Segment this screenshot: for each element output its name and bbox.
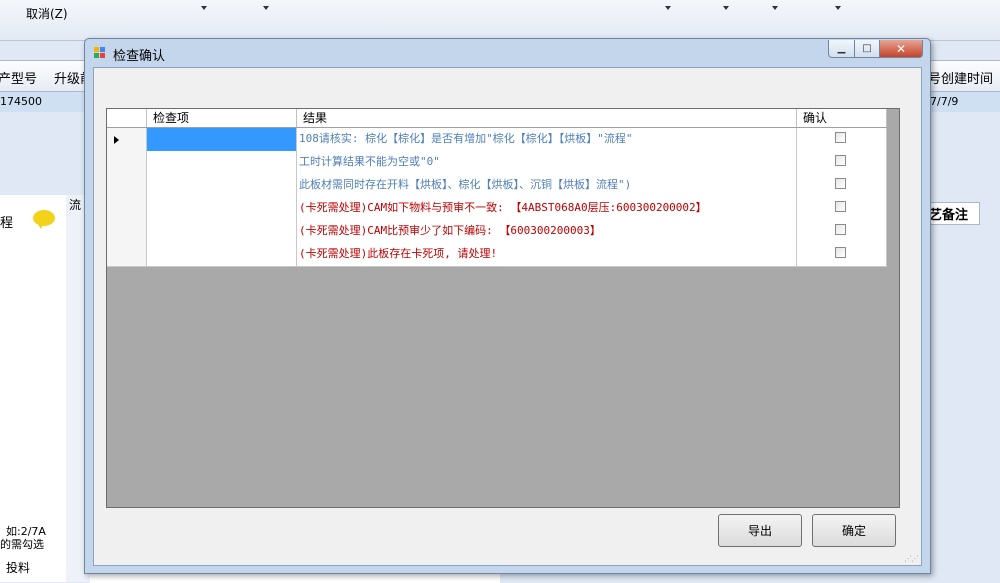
left-panel-label: 程 — [0, 216, 14, 231]
dropdown-arrow-icon[interactable] — [772, 6, 778, 10]
current-row-arrow-icon — [114, 136, 119, 144]
tab-process-notes[interactable]: 艺备注 — [928, 202, 980, 225]
confirm-checkbox[interactable] — [835, 201, 846, 212]
maximize-button[interactable]: □ — [855, 40, 880, 58]
resize-grip-icon[interactable]: ⋰⋰ — [904, 554, 919, 563]
dropdown-arrow-icon[interactable] — [665, 6, 671, 10]
result-cell[interactable]: (卡死需处理)CAM如下物料与预审不一致: 【4ABST068A0层压:6003… — [297, 197, 797, 220]
app-toolbar: 取消(Z) — [0, 0, 1000, 41]
dialog-title: 检查确认 — [113, 49, 166, 64]
table-row[interactable]: 此板材需同时存在开料【烘板】、棕化【烘板】、沉铜【烘板】流程") — [107, 174, 887, 198]
column-header-result[interactable]: 结果 — [297, 109, 797, 127]
row-header[interactable] — [107, 151, 147, 174]
table-row[interactable]: 工时计算结果不能为空或"0" — [107, 151, 887, 175]
confirm-checkbox[interactable] — [835, 132, 846, 143]
grid-header-row: 检查项 结果 确认 — [107, 109, 887, 128]
column-header[interactable]: 号创建时间 — [928, 68, 993, 87]
check-item-cell[interactable] — [147, 243, 297, 266]
result-cell[interactable]: (卡死需处理)此板存在卡死项, 请处理! — [297, 243, 797, 266]
check-item-cell[interactable] — [147, 128, 297, 151]
tab-label: 艺备注 — [929, 208, 969, 223]
confirm-button[interactable]: 确定 — [812, 514, 896, 547]
dialog-titlebar[interactable]: 检查确认 ▁ □ ✕ — [85, 39, 930, 67]
confirm-checkbox[interactable] — [835, 247, 846, 258]
table-row[interactable]: (卡死需处理)CAM如下物料与预审不一致: 【4ABST068A0层压:6003… — [107, 197, 887, 221]
confirm-cell[interactable] — [797, 174, 887, 197]
comment-bubble-icon[interactable] — [33, 210, 55, 229]
close-button[interactable]: ✕ — [880, 40, 923, 58]
minimize-button[interactable]: ▁ — [828, 40, 855, 58]
grid-scrollbar[interactable] — [888, 109, 899, 507]
confirm-checkbox[interactable] — [835, 155, 846, 166]
note-text: 的需勾选 — [0, 538, 44, 551]
row-header-corner — [107, 109, 147, 127]
dropdown-arrow-icon[interactable] — [263, 6, 269, 10]
confirm-checkbox[interactable] — [835, 178, 846, 189]
row-header[interactable] — [107, 174, 147, 197]
check-results-grid[interactable]: 检查项 结果 确认 108请核实: 棕化【棕化】是否有增加"棕化【棕化】【烘板】… — [106, 108, 900, 508]
table-row[interactable]: 108请核实: 棕化【棕化】是否有增加"棕化【棕化】【烘板】"流程" — [107, 128, 887, 152]
result-cell[interactable]: (卡死需处理)CAM比预审少了如下编码: 【600300200003】 — [297, 220, 797, 243]
result-cell[interactable]: 工时计算结果不能为空或"0" — [297, 151, 797, 174]
check-confirm-dialog: 检查确认 ▁ □ ✕ 检查项 结果 确认 108请核实: 棕化【棕化】是否有增加… — [84, 38, 931, 574]
dropdown-arrow-icon[interactable] — [201, 6, 207, 10]
check-item-cell[interactable] — [147, 174, 297, 197]
left-panel: 程 如:2/7A 的需勾选 投料 — [0, 195, 67, 582]
confirm-cell[interactable] — [797, 151, 887, 174]
table-row[interactable]: (卡死需处理)CAM比预审少了如下编码: 【600300200003】 — [107, 220, 887, 244]
result-cell[interactable]: 108请核实: 棕化【棕化】是否有增加"棕化【棕化】【烘板】"流程" — [297, 128, 797, 151]
cell-value: 174500 — [0, 95, 42, 108]
app-icon — [94, 47, 106, 59]
confirm-cell[interactable] — [797, 220, 887, 243]
table-row[interactable]: (卡死需处理)此板存在卡死项, 请处理! — [107, 243, 887, 267]
confirm-cell[interactable] — [797, 128, 887, 151]
result-cell[interactable]: 此板材需同时存在开料【烘板】、棕化【烘板】、沉铜【烘板】流程") — [297, 174, 797, 197]
column-header-check-item[interactable]: 检查项 — [147, 109, 297, 127]
dropdown-arrow-icon[interactable] — [835, 6, 841, 10]
dropdown-arrow-icon[interactable] — [723, 6, 729, 10]
column-header-confirm[interactable]: 确认 — [797, 109, 887, 127]
row-header[interactable] — [107, 128, 147, 151]
confirm-cell[interactable] — [797, 197, 887, 220]
column-header[interactable]: 产型号 — [0, 68, 37, 87]
cancel-menu-item[interactable]: 取消(Z) — [26, 5, 68, 22]
bottom-tab[interactable]: 投料 — [6, 559, 30, 576]
row-header[interactable] — [107, 243, 147, 266]
flow-label: 流 — [69, 198, 82, 212]
check-item-cell[interactable] — [147, 151, 297, 174]
check-item-cell[interactable] — [147, 197, 297, 220]
row-header[interactable] — [107, 197, 147, 220]
check-item-cell[interactable] — [147, 220, 297, 243]
confirm-cell[interactable] — [797, 243, 887, 266]
confirm-checkbox[interactable] — [835, 224, 846, 235]
dialog-body: 检查项 结果 确认 108请核实: 棕化【棕化】是否有增加"棕化【棕化】【烘板】… — [93, 67, 922, 566]
export-button[interactable]: 导出 — [718, 514, 802, 547]
row-header[interactable] — [107, 220, 147, 243]
cell-value: 7/7/9 — [930, 95, 959, 108]
